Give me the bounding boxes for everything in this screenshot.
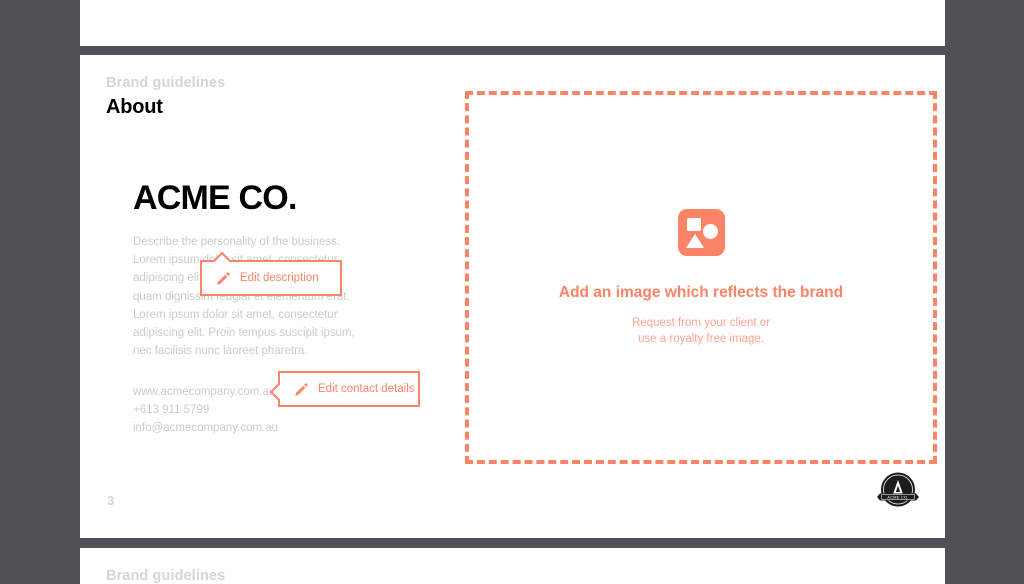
pencil-icon	[295, 382, 308, 396]
image-dropzone-headline: Add an image which reflects the brand	[558, 283, 844, 301]
edit-contact-details-callout[interactable]: Edit contact details	[278, 371, 420, 407]
contact-website: www.acmecompany.com.au	[133, 386, 276, 398]
image-dropzone-subtext: Request from your client or use a royalt…	[632, 315, 770, 347]
document-page-next[interactable]: Brand guidelines	[80, 548, 945, 584]
page-title: About	[106, 96, 163, 118]
edit-description-label: Edit description	[240, 272, 319, 284]
brand-name-heading: ACME CO.	[133, 179, 297, 217]
contact-phone: +613 911 5799	[133, 404, 210, 417]
callout-pointer-up	[214, 251, 234, 262]
image-dropzone-subtext-line-2: use a royalty free image.	[638, 332, 764, 345]
image-dropzone[interactable]: Add an image which reflects the brand Re…	[465, 91, 937, 464]
icon-triangle-shape	[685, 233, 704, 248]
pencil-icon	[217, 271, 230, 285]
edit-description-callout[interactable]: Edit description	[200, 260, 342, 296]
edit-contact-details-label: Edit contact details	[318, 383, 415, 395]
page-eyebrow: Brand guidelines	[106, 568, 226, 584]
document-page-about[interactable]: Brand guidelines About ACME CO. Describe…	[80, 55, 945, 538]
image-dropzone-subtext-line-1: Request from your client or	[631, 316, 771, 329]
icon-circle-shape	[702, 223, 718, 239]
document-page-previous[interactable]: ACME CO.	[80, 0, 945, 46]
image-placeholder-icon	[677, 208, 725, 256]
svg-text:ACME CO.: ACME CO.	[887, 495, 908, 499]
acme-logo-badge: ACME CO.	[873, 466, 923, 516]
document-viewport[interactable]: ACME CO. Brand guidelines About ACME CO.…	[0, 0, 1024, 584]
page-eyebrow: Brand guidelines	[106, 75, 226, 91]
brand-description-text: Describe the personality of the business…	[133, 236, 355, 358]
page-number: 3	[107, 493, 115, 508]
callout-pointer-left	[269, 381, 280, 401]
icon-square-shape	[686, 217, 701, 231]
contact-details-block: www.acmecompany.com.au +613 911 5799 inf…	[133, 383, 278, 438]
contact-email: info@acmecompany.com.au	[133, 422, 279, 435]
